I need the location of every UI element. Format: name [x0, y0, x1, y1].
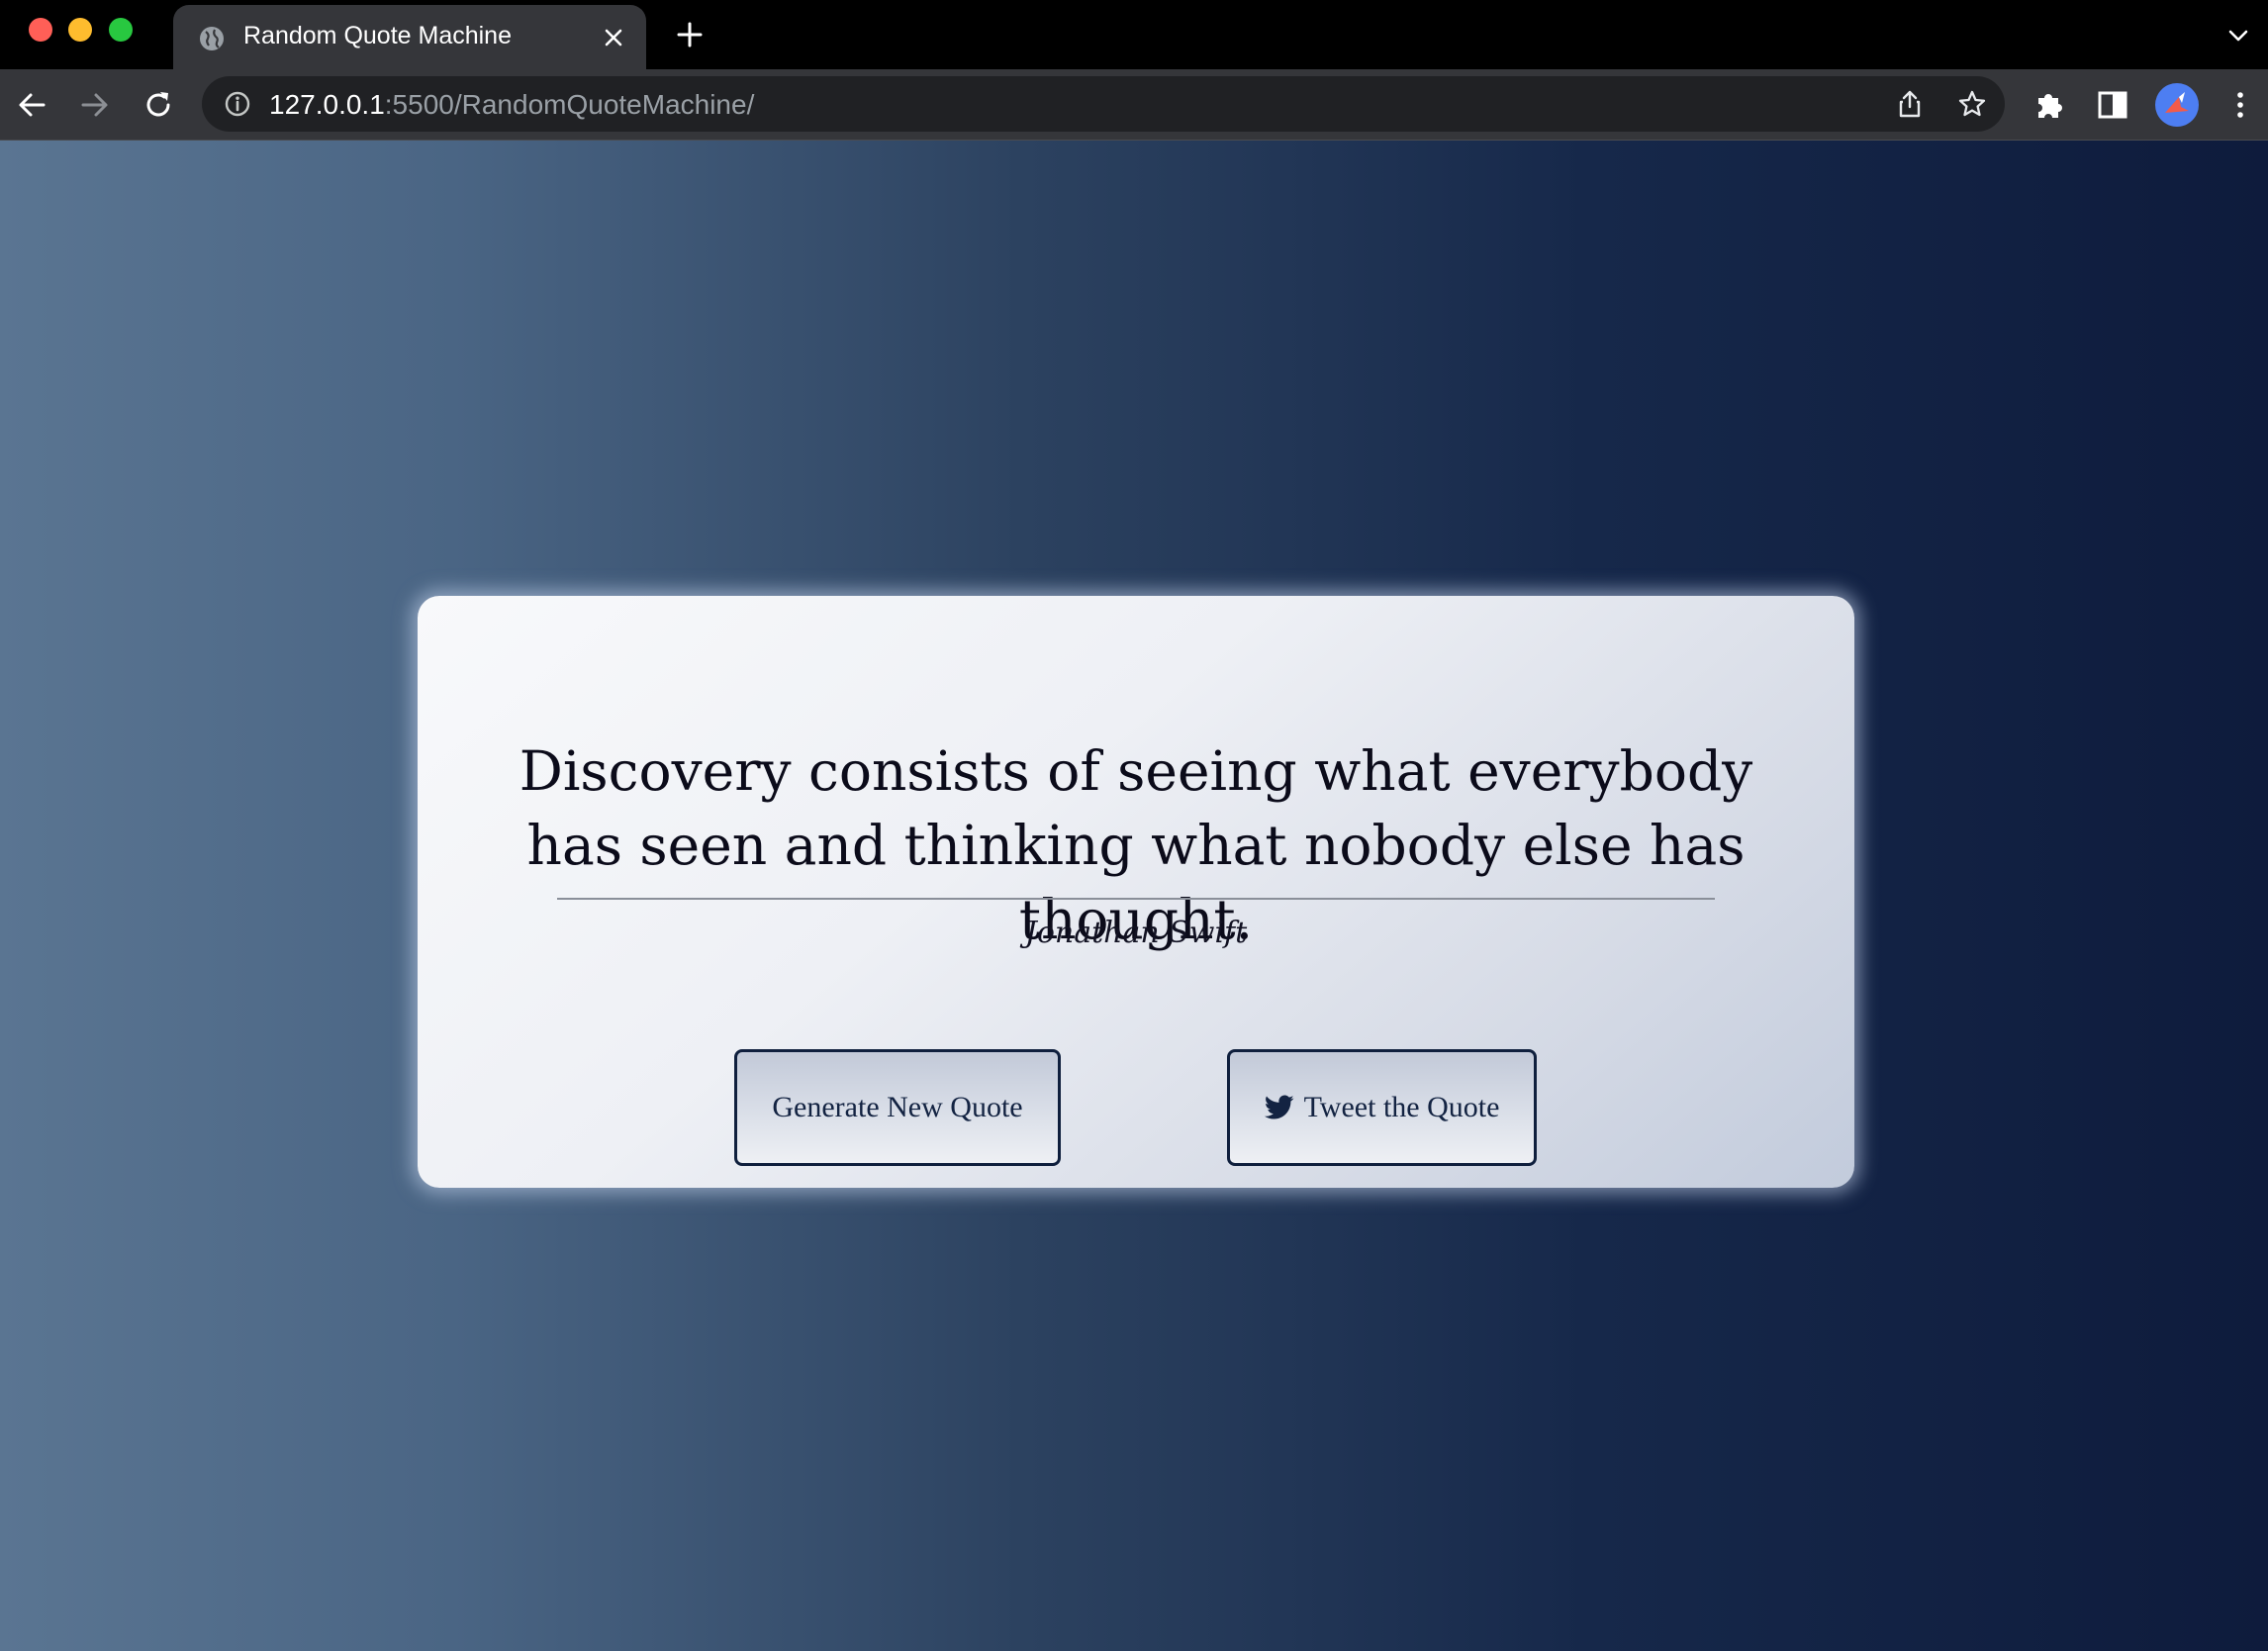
- reload-icon[interactable]: [141, 87, 176, 123]
- globe-icon: [200, 27, 224, 50]
- quote-box: Discovery consists of seeing what everyb…: [418, 596, 1854, 1188]
- info-icon[interactable]: [224, 90, 251, 118]
- side-panel-icon[interactable]: [2096, 88, 2129, 122]
- browser-tab[interactable]: Random Quote Machine: [173, 5, 646, 69]
- chevron-down-icon[interactable]: [2226, 24, 2250, 48]
- tab-title: Random Quote Machine: [243, 22, 512, 49]
- puzzle-icon[interactable]: [2032, 88, 2066, 122]
- address-bar[interactable]: 127.0.0.1:5500/RandomQuoteMachine/: [202, 76, 2005, 132]
- plus-icon[interactable]: [675, 20, 705, 49]
- profile-bird-icon: [2165, 92, 2189, 113]
- quote-author: Jonathan Swift: [1024, 916, 1248, 950]
- twitter-icon: [1264, 1095, 1294, 1119]
- share-icon[interactable]: [1895, 89, 1925, 119]
- arrow-right-icon[interactable]: [77, 87, 113, 123]
- window-close-button[interactable]: [29, 18, 52, 42]
- generate-button-label: Generate New Quote: [772, 1091, 1023, 1123]
- window-maximize-button[interactable]: [109, 18, 133, 42]
- arrow-left-icon[interactable]: [14, 87, 49, 123]
- window-minimize-button[interactable]: [68, 18, 92, 42]
- tweet-button-label: Tweet the Quote: [1303, 1091, 1500, 1123]
- url-host: 127.0.0.1: [269, 89, 385, 120]
- tweet-quote-button[interactable]: Tweet the Quote: [1227, 1049, 1537, 1166]
- generate-new-quote-button[interactable]: Generate New Quote: [734, 1049, 1061, 1166]
- tab-strip: Random Quote Machine: [0, 0, 2268, 69]
- url-text[interactable]: 127.0.0.1:5500/RandomQuoteMachine/: [269, 89, 754, 121]
- quote-divider: [557, 898, 1715, 900]
- star-icon[interactable]: [1957, 89, 1987, 119]
- url-path: :5500/RandomQuoteMachine/: [384, 89, 755, 120]
- avatar[interactable]: [2155, 83, 2199, 127]
- more-vertical-icon[interactable]: [2223, 88, 2257, 122]
- browser-toolbar: 127.0.0.1:5500/RandomQuoteMachine/: [0, 69, 2268, 141]
- close-icon[interactable]: [599, 23, 628, 52]
- page-viewport: Discovery consists of seeing what everyb…: [0, 141, 2268, 1651]
